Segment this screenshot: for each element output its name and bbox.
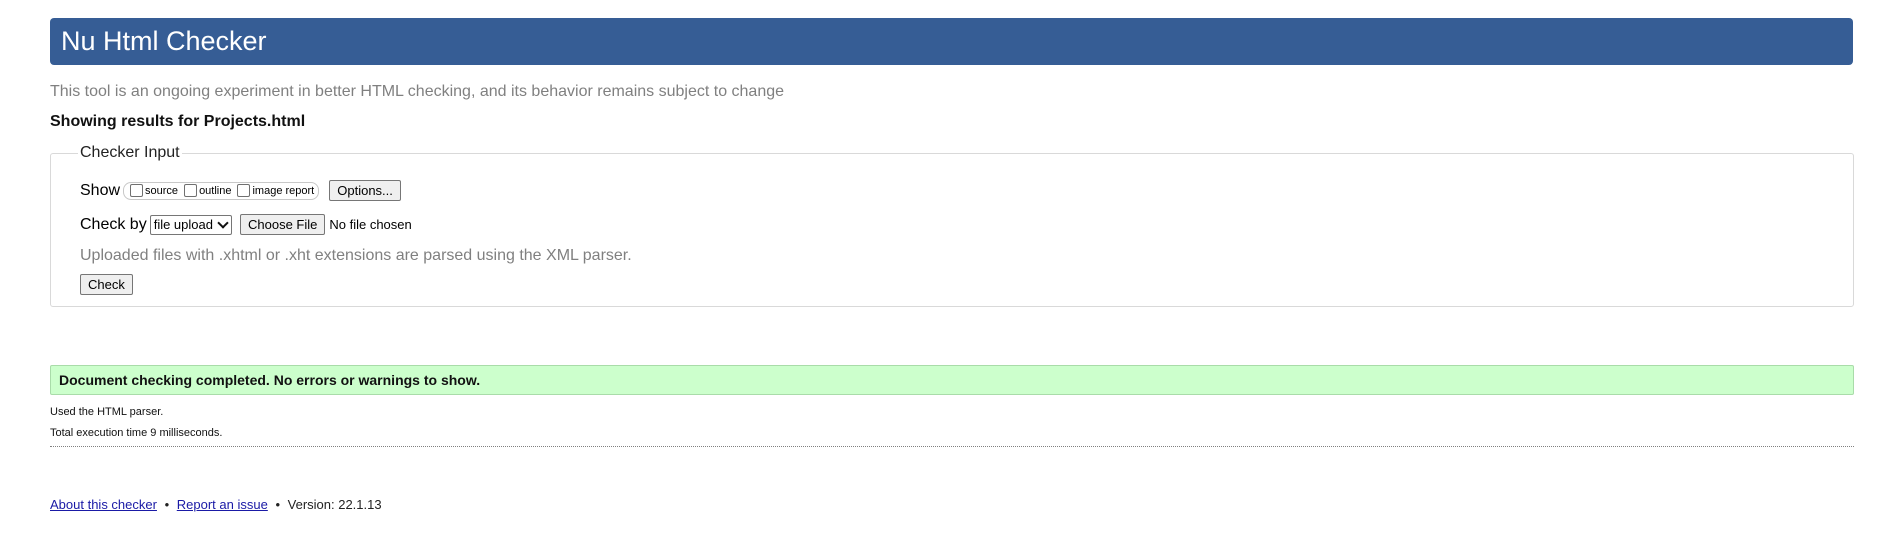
- checker-input-fieldset: Checker Input Show source outline image …: [50, 144, 1854, 307]
- show-options-group: source outline image report: [123, 181, 320, 200]
- check-by-label: Check by: [80, 215, 147, 233]
- check-button-wrap: Check: [80, 274, 133, 295]
- outline-checkbox-label[interactable]: outline: [199, 185, 231, 197]
- image-report-checkbox-label[interactable]: image report: [252, 185, 314, 197]
- success-message: Document checking completed. No errors o…: [50, 365, 1854, 395]
- intro-text: This tool is an ongoing experiment in be…: [50, 83, 785, 100]
- check-by-row: Check by file upload Choose File No file…: [80, 214, 412, 235]
- page: Nu Html Checker This tool is an ongoing …: [0, 0, 1893, 533]
- parser-note: Used the HTML parser.: [50, 406, 164, 418]
- choose-file-button[interactable]: Choose File: [239, 214, 326, 235]
- footer: About this checker • Report an issue • V…: [50, 497, 382, 512]
- show-label: Show: [80, 181, 121, 199]
- check-button[interactable]: Check: [80, 274, 133, 295]
- about-checker-link[interactable]: About this checker: [50, 497, 157, 512]
- checker-input-legend: Checker Input: [78, 144, 182, 162]
- version-text: Version: 22.1.13: [287, 497, 382, 512]
- results-for-heading: Showing results for Projects.html: [50, 113, 306, 130]
- outline-checkbox[interactable]: [184, 184, 198, 197]
- source-checkbox[interactable]: [130, 184, 144, 197]
- divider: [50, 446, 1854, 447]
- chevron-down-icon: [217, 216, 229, 229]
- xml-parser-note: Uploaded files with .xhtml or .xht exten…: [80, 247, 632, 264]
- result-details: Used the HTML parser. Total execution ti…: [50, 402, 222, 444]
- header-bar: Nu Html Checker: [50, 18, 1853, 65]
- execution-time: Total execution time 9 milliseconds.: [50, 427, 223, 439]
- image-report-checkbox[interactable]: [237, 184, 251, 197]
- check-by-selected-value: file upload: [153, 217, 213, 232]
- source-checkbox-label[interactable]: source: [145, 185, 178, 197]
- report-issue-link[interactable]: Report an issue: [177, 497, 268, 512]
- options-button[interactable]: Options...: [329, 180, 401, 201]
- show-row: Show source outline image report Options…: [80, 180, 401, 201]
- footer-separator: •: [275, 497, 281, 512]
- check-by-select[interactable]: file upload: [149, 214, 232, 235]
- footer-separator: •: [164, 497, 170, 512]
- no-file-text: No file chosen: [329, 217, 412, 232]
- page-title: Nu Html Checker: [61, 26, 267, 56]
